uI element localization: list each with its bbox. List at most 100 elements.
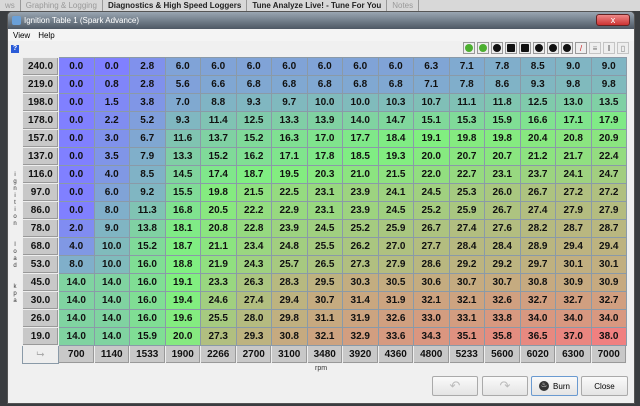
table-cell[interactable]: 21.5 [235,183,272,202]
table-cell[interactable]: 14.0 [93,273,130,292]
tab[interactable]: Notes [387,0,420,11]
table-cell[interactable]: 26.3 [235,273,272,292]
table-cell[interactable]: 13.0 [555,93,592,112]
table-cell[interactable]: 36.5 [519,327,556,346]
table-cell[interactable]: 34.0 [555,309,592,328]
table-cell[interactable]: 18.8 [164,255,201,274]
table-cell[interactable]: 24.8 [271,237,308,256]
table-cell[interactable]: 20.8 [555,129,592,148]
table-cell[interactable]: 21.9 [200,255,237,274]
table-cell[interactable]: 32.6 [484,291,521,310]
table-cell[interactable]: 6.0 [93,183,130,202]
table-cell[interactable]: 26.7 [413,219,450,238]
table-cell[interactable]: 12.5 [519,93,556,112]
table-cell[interactable]: 8.0 [58,255,95,274]
table-cell[interactable]: 9.2 [129,183,166,202]
table-cell[interactable]: 30.9 [590,273,627,292]
load-header[interactable]: 157.0 [22,129,59,148]
rpm-header[interactable]: 3480 [306,345,343,364]
table-cell[interactable]: 22.0 [413,165,450,184]
table-cell[interactable]: 19.8 [448,129,485,148]
table-cell[interactable]: 20.0 [413,147,450,166]
table-cell[interactable]: 18.7 [164,237,201,256]
table-cell[interactable]: 0.0 [58,183,95,202]
table-cell[interactable]: 0.0 [58,165,95,184]
table-cell[interactable]: 15.9 [484,111,521,130]
menu-view[interactable]: View [13,31,30,40]
table-cell[interactable]: 27.9 [377,255,414,274]
table-cell[interactable]: 4.0 [58,237,95,256]
table-cell[interactable]: 32.7 [519,291,556,310]
table-cell[interactable]: 16.3 [271,129,308,148]
table-cell[interactable]: 14.0 [342,111,379,130]
table-cell[interactable]: 6.0 [235,57,272,76]
table-cell[interactable]: 29.2 [448,255,485,274]
table-cell[interactable]: 27.3 [200,327,237,346]
table-cell[interactable]: 23.1 [306,201,343,220]
table-cell[interactable]: 16.0 [129,291,166,310]
table-cell[interactable]: 0.0 [58,111,95,130]
table-cell[interactable]: 13.5 [590,93,627,112]
horizontal-interpolate-icon[interactable]: ≡ [589,42,601,54]
tab[interactable]: ws [0,0,21,11]
table-cell[interactable]: 6.0 [164,57,201,76]
load-header[interactable]: 78.0 [22,219,59,238]
table-cell[interactable]: 29.5 [306,273,343,292]
table-cell[interactable]: 26.7 [519,183,556,202]
table-cell[interactable]: 0.8 [93,75,130,94]
table-cell[interactable]: 24.7 [590,165,627,184]
table-cell[interactable]: 9.7 [271,93,308,112]
rpm-header[interactable]: 1900 [164,345,201,364]
table-cell[interactable]: 14.0 [93,327,130,346]
table-cell[interactable]: 20.7 [484,147,521,166]
table-cell[interactable]: 20.9 [590,129,627,148]
table-cell[interactable]: 6.0 [200,57,237,76]
table-cell[interactable]: 16.8 [164,201,201,220]
table-cell[interactable]: 19.1 [164,273,201,292]
table-cell[interactable]: 37.0 [555,327,592,346]
load-header[interactable]: 45.0 [22,273,59,292]
table-cell[interactable]: 19.8 [200,183,237,202]
table-cell[interactable]: 2.2 [93,111,130,130]
table-cell[interactable]: 8.8 [200,93,237,112]
table-cell[interactable]: 6.3 [413,57,450,76]
load-header[interactable]: 19.0 [22,327,59,346]
table-cell[interactable]: 14.0 [58,309,95,328]
table-cell[interactable]: 32.7 [590,291,627,310]
table-cell[interactable]: 31.4 [342,291,379,310]
table-cell[interactable]: 14.0 [58,273,95,292]
table-cell[interactable]: 4.0 [93,165,130,184]
table-cell[interactable]: 25.3 [448,183,485,202]
table-cell[interactable]: 29.4 [271,291,308,310]
table-cell[interactable]: 30.5 [377,273,414,292]
rpm-header[interactable]: 6020 [519,345,556,364]
table-cell[interactable]: 24.6 [200,291,237,310]
table-cell[interactable]: 10.0 [93,237,130,256]
table-cell[interactable]: 17.0 [306,129,343,148]
table-cell[interactable]: 15.2 [235,129,272,148]
table-cell[interactable]: 35.1 [448,327,485,346]
load-header[interactable]: 240.0 [22,57,59,76]
table-cell[interactable]: 16.0 [129,309,166,328]
table-cell[interactable]: 15.9 [129,327,166,346]
table-cell[interactable]: 23.1 [484,165,521,184]
table-cell[interactable]: 27.2 [590,183,627,202]
table-cell[interactable]: 0.0 [58,147,95,166]
table-cell[interactable]: 6.8 [306,75,343,94]
table-cell[interactable]: 19.5 [271,165,308,184]
rpm-header[interactable]: 5233 [448,345,485,364]
table-cell[interactable]: 19.8 [484,129,521,148]
rpm-header[interactable]: 3920 [342,345,379,364]
table-cell[interactable]: 21.7 [555,147,592,166]
table-cell[interactable]: 10.0 [306,93,343,112]
table-cell[interactable]: 8.6 [484,75,521,94]
table-cell[interactable]: 30.6 [413,273,450,292]
shift-up-icon[interactable] [505,42,517,54]
table-cell[interactable]: 8.0 [93,201,130,220]
table-cell[interactable]: 10.0 [342,93,379,112]
table-cell[interactable]: 7.8 [484,57,521,76]
table-cell[interactable]: 9.0 [93,219,130,238]
table-cell[interactable]: 27.4 [519,201,556,220]
window-close-button[interactable]: x [596,14,630,26]
table-cell[interactable]: 17.7 [342,129,379,148]
